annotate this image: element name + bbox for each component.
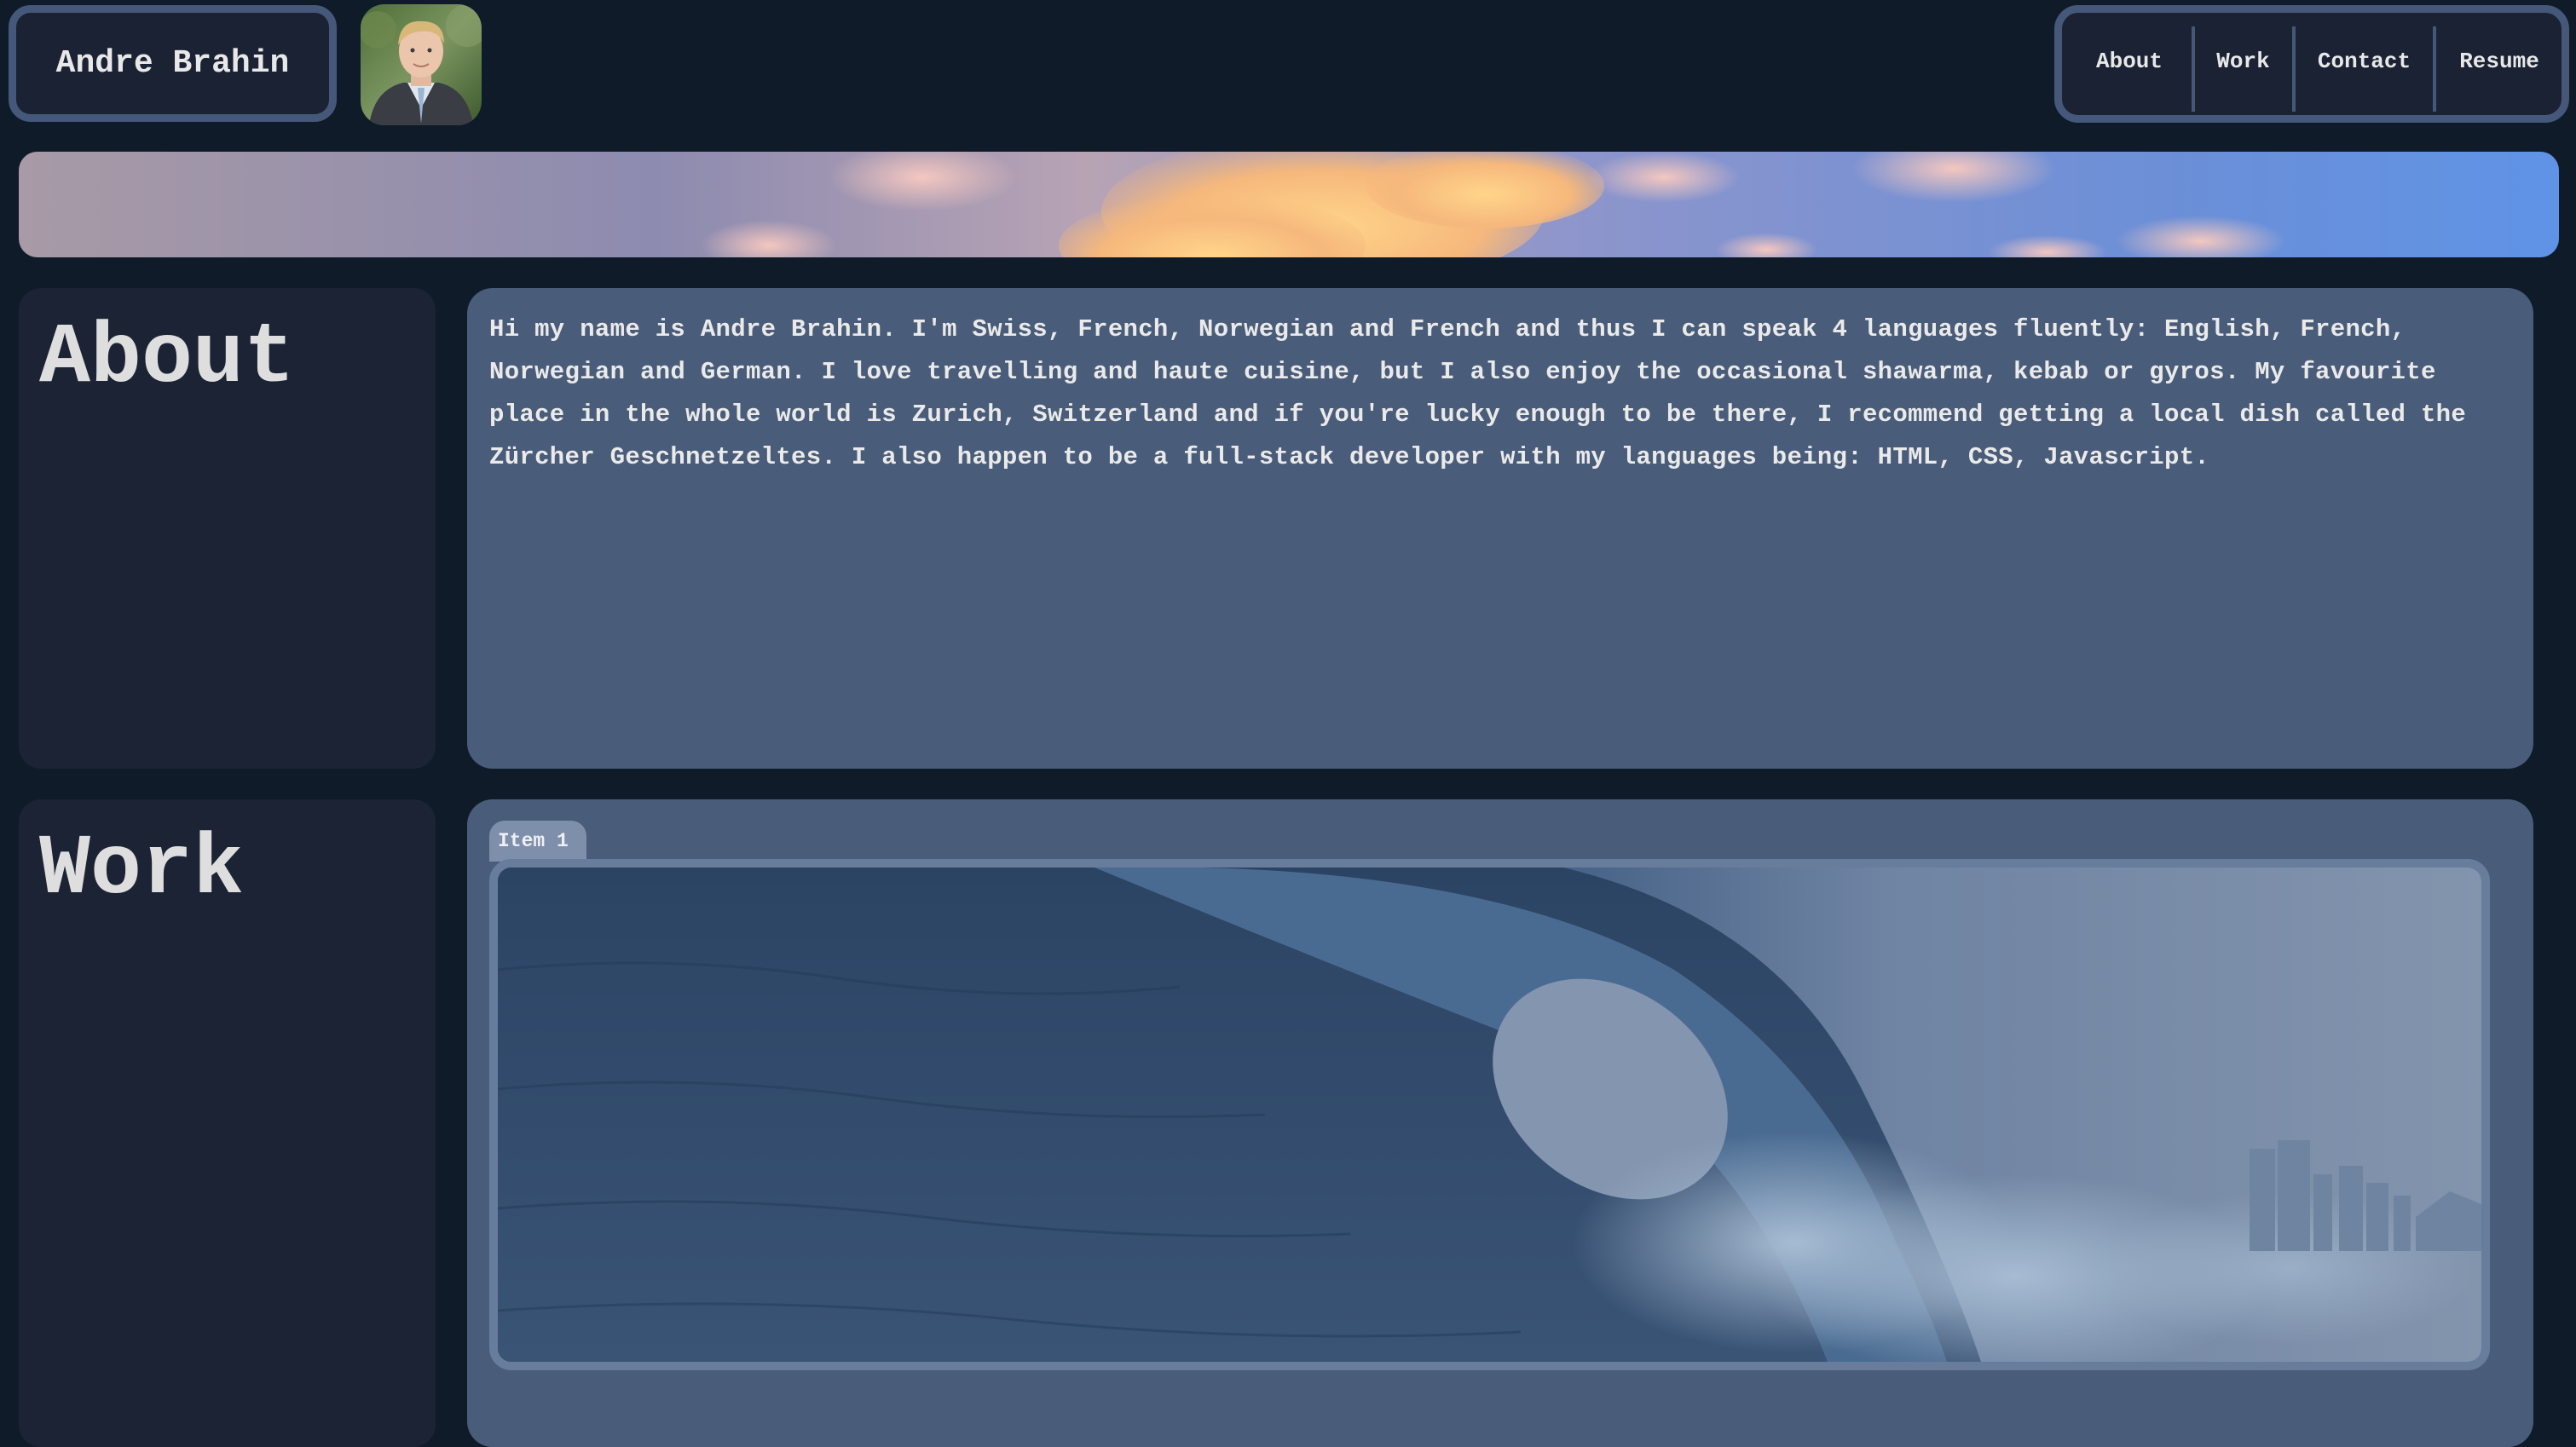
- work-item-tab[interactable]: Item 1: [489, 821, 586, 862]
- work-item-image[interactable]: [489, 859, 2490, 1370]
- profile-photo-icon: [361, 4, 482, 125]
- site-name-box[interactable]: Andre Brahin: [9, 5, 337, 122]
- about-side-panel: About: [19, 288, 436, 769]
- work-side-panel: Work: [19, 799, 436, 1447]
- work-heading: Work: [39, 822, 245, 919]
- nav-about[interactable]: About: [2069, 13, 2190, 115]
- hero-banner: [19, 152, 2559, 257]
- sunset-clouds-icon: [19, 152, 2559, 257]
- nav-resume[interactable]: Resume: [2436, 13, 2562, 115]
- about-heading: About: [39, 311, 296, 407]
- work-content-panel: Item 1: [467, 799, 2533, 1447]
- nav-work[interactable]: Work: [2195, 13, 2291, 115]
- nav-contact[interactable]: Contact: [2296, 13, 2433, 115]
- ocean-wave-icon: [498, 868, 2481, 1362]
- avatar: [361, 4, 482, 125]
- about-text: Hi my name is Andre Brahin. I'm Swiss, F…: [489, 315, 2467, 471]
- main-nav: About Work Contact Resume: [2054, 5, 2569, 123]
- about-content-panel: Hi my name is Andre Brahin. I'm Swiss, F…: [467, 288, 2533, 769]
- site-name: Andre Brahin: [55, 45, 290, 82]
